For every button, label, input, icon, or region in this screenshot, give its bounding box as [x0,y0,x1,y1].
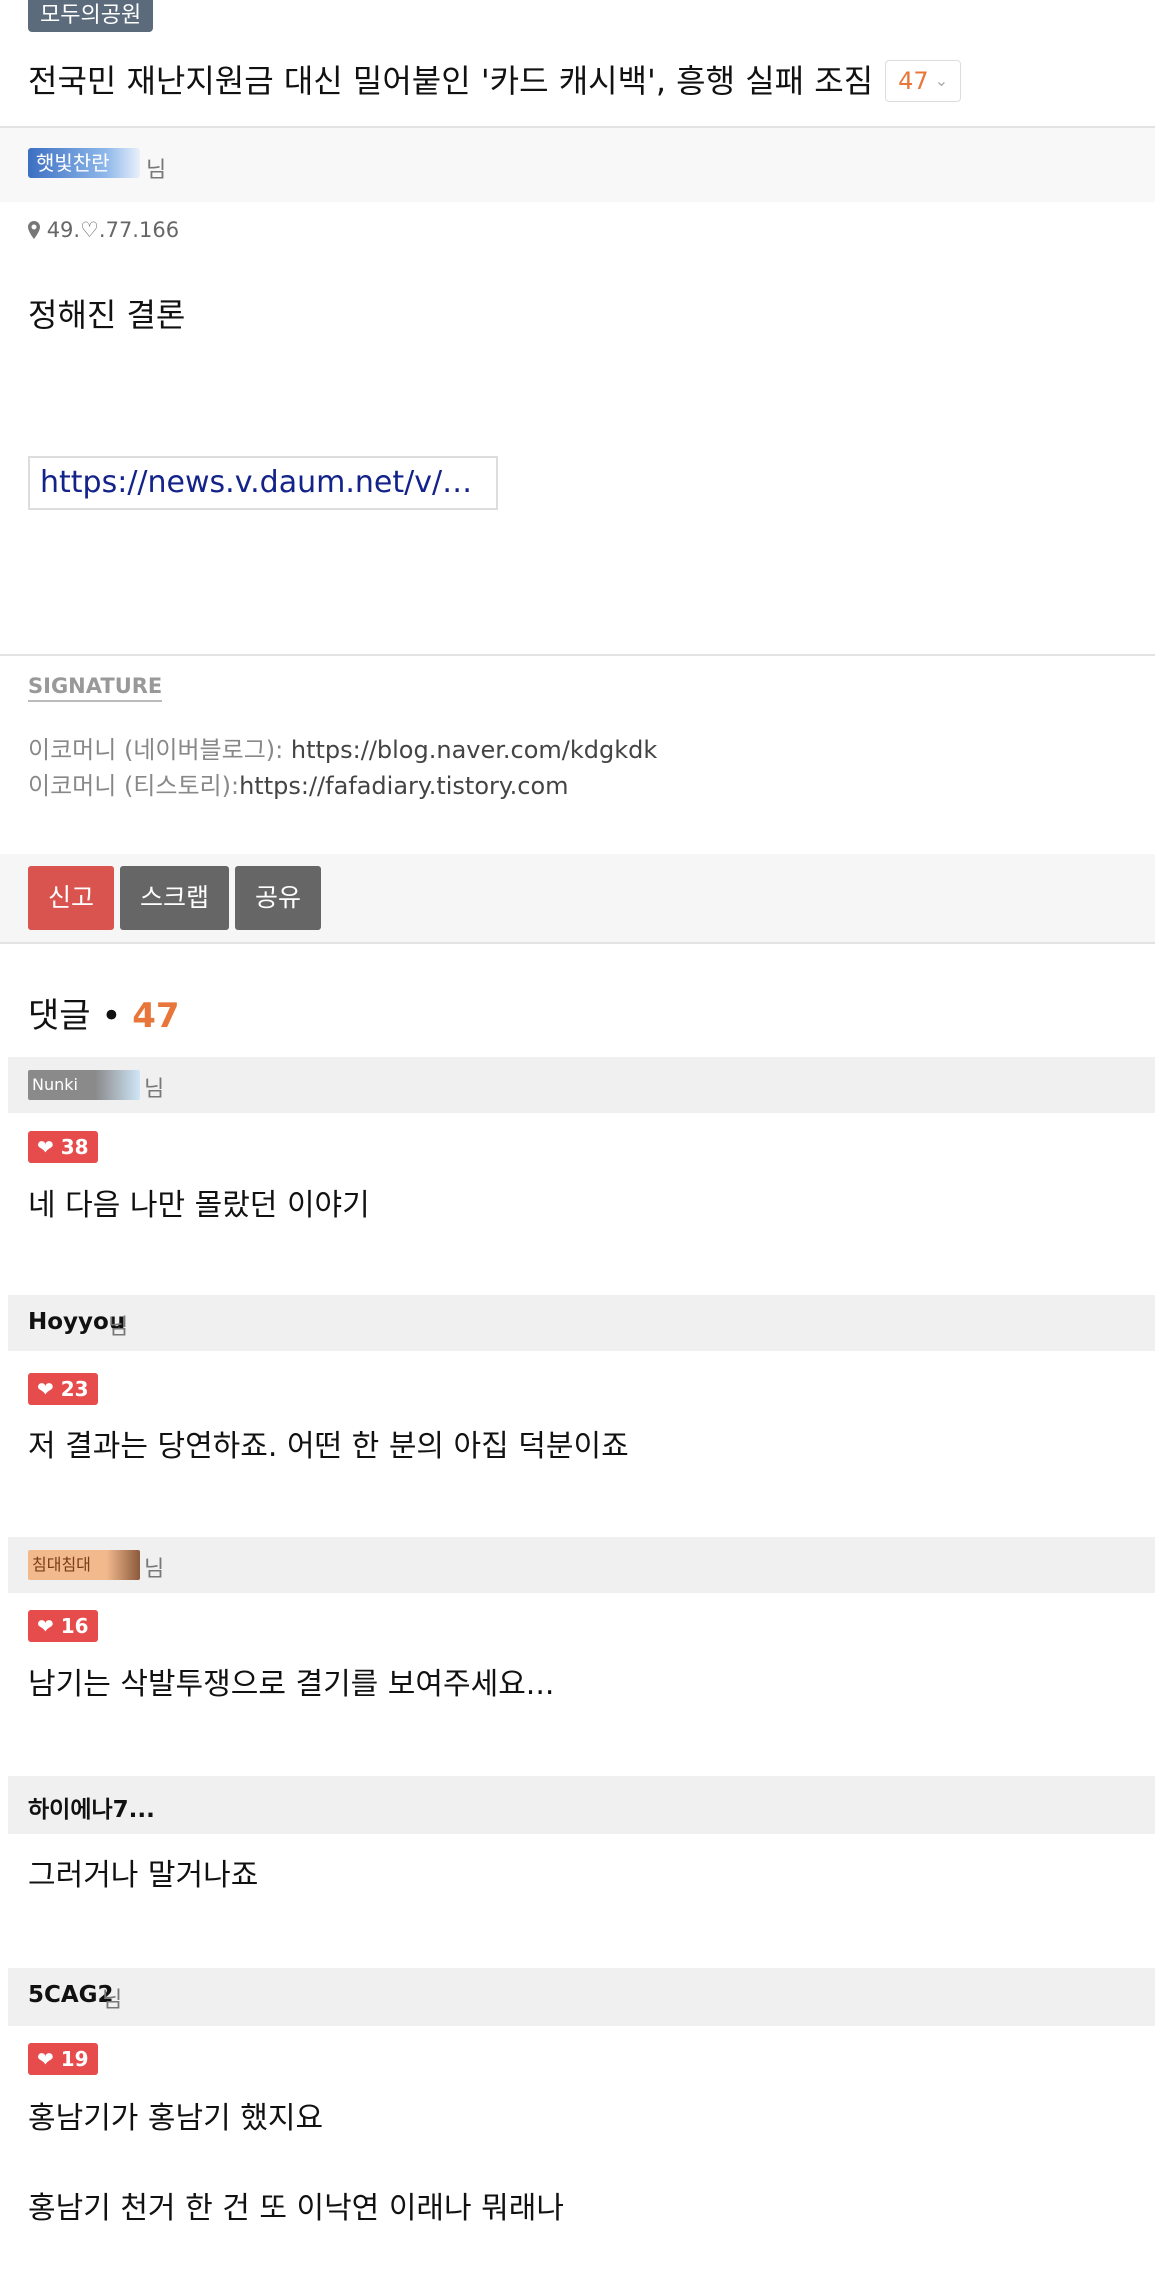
map-marker-icon [28,218,47,242]
comment-likes: ❤ 19 [28,2043,98,2075]
post-title: 전국민 재난지원금 대신 밀어붙인 '카드 캐시백', 흥행 실패 조짐 47 … [28,56,1135,106]
comment-text: 홍남기 천거 한 건 또 이낙연 이래나 뭐래나 [28,2191,564,2226]
comment-like-count: 19 [60,2047,89,2071]
action-bar: 신고 스크랩 공유 [0,854,1155,942]
comment-like-count: 16 [60,1614,89,1638]
signature-link-2[interactable]: https://fafadiary.tistory.com [239,772,568,800]
comment-count-badge[interactable]: 47 ⌄ [885,60,962,102]
comment-like-count: 38 [60,1135,89,1159]
signature-line-1-prefix: 이코머니 (네이버블로그): [28,736,291,764]
signature-line-2-prefix: 이코머니 (티스토리): [28,772,240,800]
divider [0,654,1155,656]
heart-icon: ❤ [37,1135,54,1159]
post-title-text: 전국민 재난지원금 대신 밀어붙인 '카드 캐시백', 흥행 실패 조짐 [28,62,874,100]
scrap-button[interactable]: 스크랩 [120,866,229,930]
signature-line-2: 이코머니 (티스토리):https://fafadiary.tistory.co… [28,766,569,801]
comment-author-name[interactable]: 하이에나7... [28,1790,155,1824]
comment-author-suffix: 님 [144,1077,165,1102]
ip-address: 49.♡.77.166 [28,218,179,242]
comment-count: 47 [898,67,929,95]
divider [0,942,1155,944]
comment-author-suffix: 님 [144,1557,165,1582]
comment-likes: ❤ 23 [28,1373,98,1405]
comments-heading-count: 47 [132,996,180,1036]
author-suffix: 님 [146,158,167,183]
comment-text: 홍남기가 홍남기 했지요 [28,2101,324,2136]
comment-likes: ❤ 16 [28,1610,98,1642]
report-button[interactable]: 신고 [28,866,114,930]
comment-author-nickname-image[interactable]: 침대침대 [28,1550,140,1580]
comment-text: 그러거나 말거나죠 [28,1858,259,1893]
comments-heading: 댓글 • 47 [28,988,180,1037]
comment-likes: ❤ 38 [28,1131,98,1163]
heart-icon: ❤ [37,2047,54,2071]
comment-text: 남기는 삭발투쟁으로 결기를 보여주세요... [28,1667,555,1702]
comment-author-bar: Hoyyou 님 [8,1295,1155,1351]
post-body: 정해진 결론 [28,296,186,334]
post-link[interactable]: https://news.v.daum.net/v/2... [28,456,498,510]
comment-author-nickname-image[interactable]: Nunki [28,1070,140,1100]
signature-link-1[interactable]: https://blog.naver.com/kdgkdk [291,736,657,764]
comment-author-bar: 5CAG2 님 [8,1968,1155,2026]
comment-author-bar: Nunki 님 [8,1057,1155,1113]
heart-icon: ❤ [37,1377,54,1401]
heart-icon: ❤ [37,1614,54,1638]
author-bar: 햇빛찬란 님 [0,128,1155,202]
author-nickname-image[interactable]: 햇빛찬란 [28,148,140,178]
ip-text: 49.♡.77.166 [46,218,180,242]
chevron-down-icon: ⌄ [934,71,949,90]
signature-line-1: 이코머니 (네이버블로그): https://blog.naver.com/kd… [28,730,657,765]
page: 모두의공원 전국민 재난지원금 대신 밀어붙인 '카드 캐시백', 흥행 실패 … [0,0,1155,2289]
comment-text: 저 결과는 당연하죠. 어떤 한 분의 아집 덕분이죠 [28,1429,629,1464]
share-button[interactable]: 공유 [235,866,321,930]
comment-author-bar: 하이에나7... [8,1776,1155,1834]
comment-like-count: 23 [60,1377,89,1401]
comment-author-suffix: 님 [108,1315,129,1340]
comment-text: 네 다음 나만 몰랐던 이야기 [28,1188,370,1223]
board-tag[interactable]: 모두의공원 [28,0,154,32]
signature-label: SIGNATURE [28,674,163,702]
comment-author-suffix: 님 [102,1988,123,2013]
comment-author-name[interactable]: 5CAG2 [28,1982,114,2008]
comment-author-bar: 침대침대 님 [8,1537,1155,1593]
comments-heading-label: 댓글 • [28,996,133,1036]
